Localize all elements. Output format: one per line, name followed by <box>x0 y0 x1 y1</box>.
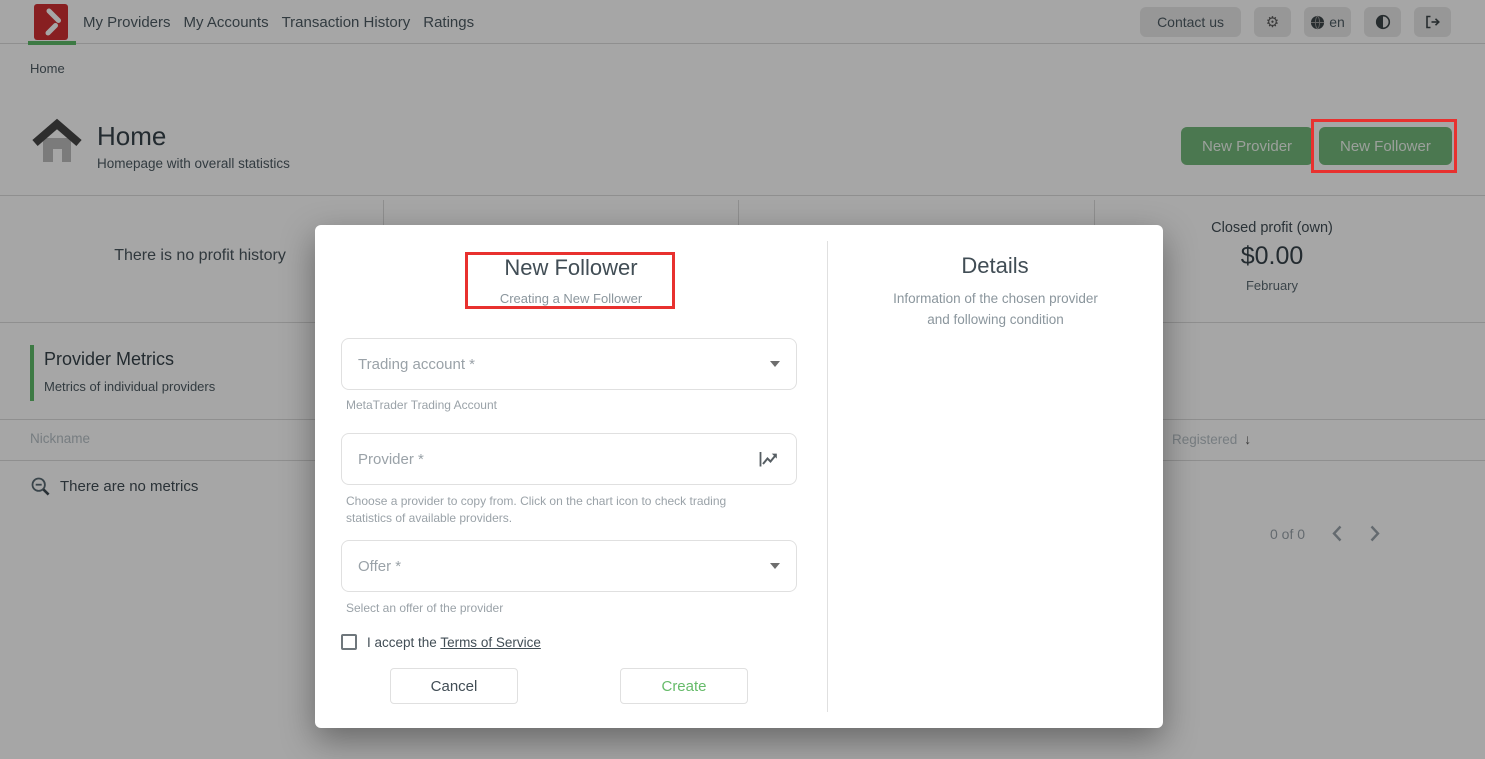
offer-label: Offer * <box>358 558 770 575</box>
chevron-down-icon <box>770 563 780 569</box>
provider-helper: Choose a provider to copy from. Click on… <box>346 493 754 528</box>
dialog-divider <box>827 241 828 712</box>
dialog-title: New Follower <box>315 255 827 281</box>
offer-select[interactable]: Offer * <box>341 540 797 592</box>
chevron-down-icon <box>770 361 780 367</box>
trading-account-label: Trading account * <box>358 356 770 373</box>
terms-row: I accept the Terms of Service <box>341 634 541 650</box>
chart-icon[interactable] <box>758 449 780 469</box>
details-description: Information of the chosen provider and f… <box>888 289 1103 331</box>
trading-account-select[interactable]: Trading account * <box>341 338 797 390</box>
dialog-subtitle: Creating a New Follower <box>315 291 827 306</box>
offer-helper: Select an offer of the provider <box>346 600 503 617</box>
provider-label: Provider * <box>358 451 758 468</box>
dialog-form-column: New Follower Creating a New Follower Tra… <box>315 225 827 728</box>
provider-select[interactable]: Provider * <box>341 433 797 485</box>
create-button[interactable]: Create <box>620 668 748 704</box>
terms-prefix: I accept the <box>367 635 437 650</box>
new-follower-dialog: New Follower Creating a New Follower Tra… <box>315 225 1163 728</box>
details-title: Details <box>827 253 1163 279</box>
terms-checkbox[interactable] <box>341 634 357 650</box>
terms-text: I accept the Terms of Service <box>367 635 541 650</box>
cancel-button[interactable]: Cancel <box>390 668 518 704</box>
terms-of-service-link[interactable]: Terms of Service <box>440 635 541 650</box>
trading-account-helper: MetaTrader Trading Account <box>346 397 497 414</box>
